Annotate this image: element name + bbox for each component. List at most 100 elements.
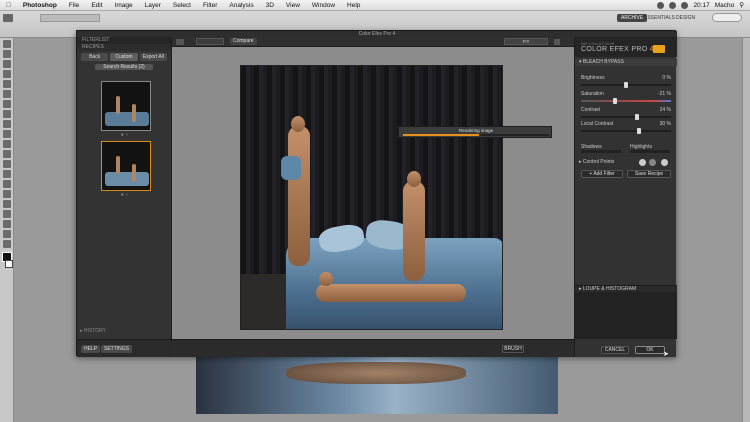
saturation-slider[interactable]: Saturation -21 %: [581, 91, 671, 107]
recipes-header[interactable]: RECIPES: [77, 44, 171, 51]
recipes-label: RECIPES: [82, 44, 104, 50]
wifi-icon[interactable]: [669, 1, 677, 9]
tool-preset-icon[interactable]: [3, 14, 13, 22]
slider-track[interactable]: [581, 128, 671, 134]
local-contrast-slider[interactable]: Local Contrast 30 %: [581, 121, 671, 137]
panel-toggle-icon[interactable]: [176, 39, 184, 45]
apple-icon[interactable]: : [0, 2, 17, 9]
zoom-tool-icon[interactable]: [3, 240, 11, 248]
add-filter-button[interactable]: + Add Filter: [581, 170, 623, 178]
menu-file[interactable]: File: [63, 2, 85, 9]
brightness-slider[interactable]: Brightness 0 %: [581, 75, 671, 91]
slider-track[interactable]: [581, 98, 671, 104]
dodge-tool-icon[interactable]: [3, 170, 11, 178]
eyedropper-tool-icon[interactable]: [3, 90, 11, 98]
gradient-tool-icon[interactable]: [3, 150, 11, 158]
type-tool-icon[interactable]: [3, 190, 11, 198]
zoom-label: FIT: [522, 39, 530, 44]
preview-area[interactable]: Rendering image DAN_HECHO A STEP TO ONE …: [172, 47, 574, 358]
volume-icon[interactable]: [681, 1, 689, 9]
crop-tool-icon[interactable]: [3, 80, 11, 88]
shadows-slider[interactable]: [581, 150, 621, 153]
menu-image[interactable]: Image: [109, 2, 139, 9]
recipe-thumbnail-selected[interactable]: [101, 141, 151, 191]
zoom-select[interactable]: [40, 14, 100, 22]
slider-knob[interactable]: [637, 128, 642, 134]
thumb-rating[interactable]: ● ○: [77, 132, 172, 138]
slider-knob[interactable]: [624, 82, 628, 88]
view-mode-button[interactable]: [196, 38, 224, 45]
eraser-tool-icon[interactable]: [3, 140, 11, 148]
progress-fill: [403, 134, 479, 136]
blur-tool-icon[interactable]: [3, 160, 11, 168]
ok-button[interactable]: OK: [635, 346, 665, 354]
show-control-points-icon[interactable]: [661, 159, 668, 166]
add-control-point-icon[interactable]: [639, 159, 646, 166]
remove-control-point-icon[interactable]: [649, 159, 656, 166]
spotlight-icon[interactable]: ⚲: [739, 1, 744, 9]
history-brush-tool-icon[interactable]: [3, 130, 11, 138]
menu-app-name[interactable]: Photoshop: [17, 2, 63, 9]
loupe-header[interactable]: ▸ LOUPE & HISTOGRAM: [575, 285, 677, 292]
menu-3d[interactable]: 3D: [260, 2, 280, 9]
3d-tool-icon[interactable]: [3, 220, 11, 228]
cancel-button[interactable]: CANCEL: [601, 346, 629, 354]
zoom-selector[interactable]: FIT: [504, 38, 548, 45]
control-points-expand-icon[interactable]: ▸: [579, 159, 582, 165]
filterlist-header[interactable]: FILTERLIST: [77, 37, 171, 44]
hand-tool-icon[interactable]: [3, 230, 11, 238]
slider-value: 24 %: [659, 107, 671, 113]
status-icon[interactable]: [657, 1, 665, 9]
brush-button[interactable]: BRUSH: [502, 345, 524, 353]
save-recipe-button[interactable]: Save Recipe: [627, 170, 671, 178]
panel-dock[interactable]: [742, 38, 750, 422]
menu-filter[interactable]: Filter: [197, 2, 223, 9]
background-color-swatch[interactable]: [5, 260, 13, 268]
photo-figure-head: [319, 272, 333, 286]
slider-knob[interactable]: [634, 114, 639, 120]
stamp-tool-icon[interactable]: [3, 120, 11, 128]
filter-header[interactable]: ▾ BLEACH BYPASS: [575, 59, 677, 66]
menu-view[interactable]: View: [280, 2, 306, 9]
move-tool-icon[interactable]: [3, 40, 11, 48]
preview-photo[interactable]: [240, 65, 503, 330]
search-field[interactable]: [712, 13, 742, 22]
menu-help[interactable]: Help: [341, 2, 366, 9]
slider-label: Saturation: [581, 91, 604, 97]
menu-analysis[interactable]: Analysis: [223, 2, 259, 9]
thumb-rating[interactable]: ● ○: [77, 192, 172, 198]
tab-back[interactable]: Back: [81, 53, 109, 61]
compare-button[interactable]: Compare: [230, 38, 257, 45]
menu-window[interactable]: Window: [306, 2, 341, 9]
menu-layer[interactable]: Layer: [139, 2, 167, 9]
thumb-figure: [132, 104, 136, 122]
workspace-design-button[interactable]: DESIGN: [672, 14, 699, 22]
healing-tool-icon[interactable]: [3, 100, 11, 108]
brush-tool-icon[interactable]: [3, 110, 11, 118]
shape-tool-icon[interactable]: [3, 210, 11, 218]
pen-tool-icon[interactable]: [3, 180, 11, 188]
highlights-slider[interactable]: [630, 150, 670, 153]
loupe-area[interactable]: [575, 292, 677, 339]
loupe-toggle-icon[interactable]: [554, 39, 560, 45]
history-header[interactable]: ▸ HISTORY: [80, 328, 106, 334]
marquee-tool-icon[interactable]: [3, 50, 11, 58]
recipe-tabs: Back Custom Export All: [77, 51, 171, 63]
slider-track[interactable]: [581, 82, 671, 88]
tab-custom[interactable]: Custom: [110, 53, 138, 61]
settings-button[interactable]: SETTINGS: [101, 345, 133, 353]
menu-select[interactable]: Select: [167, 2, 197, 9]
lasso-tool-icon[interactable]: [3, 60, 11, 68]
user-name[interactable]: Macho: [715, 2, 735, 9]
menu-edit[interactable]: Edit: [85, 2, 108, 9]
quick-select-tool-icon[interactable]: [3, 70, 11, 78]
slider-knob[interactable]: [613, 98, 618, 104]
folder-icon[interactable]: [653, 45, 665, 53]
path-select-tool-icon[interactable]: [3, 200, 11, 208]
help-button[interactable]: HELP: [81, 345, 101, 353]
history-expand-icon: ▸: [80, 328, 83, 334]
tab-export-all[interactable]: Export All: [139, 53, 167, 61]
slider-track[interactable]: [581, 114, 671, 120]
recipe-thumbnail[interactable]: [101, 81, 151, 131]
document-canvas[interactable]: [196, 356, 558, 414]
